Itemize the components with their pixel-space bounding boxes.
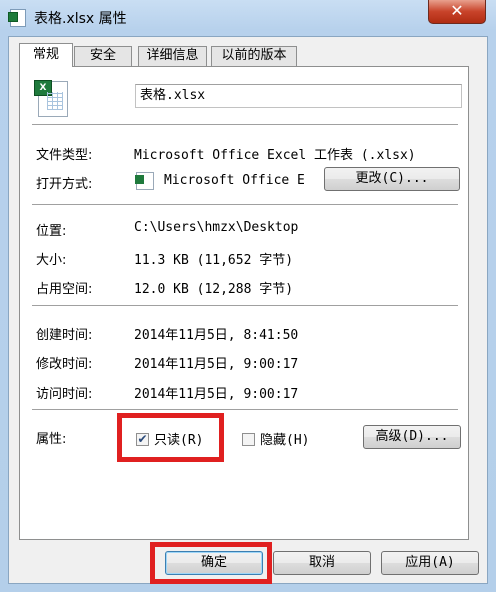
excel-file-icon <box>8 9 26 27</box>
tab-security[interactable]: 安全 <box>74 46 132 66</box>
ok-highlight-box <box>150 542 272 584</box>
hidden-checkbox[interactable] <box>242 433 255 446</box>
location-value: C:\Users\hmzx\Desktop <box>134 220 299 235</box>
file-type-value: Microsoft Office Excel 工作表 (.xlsx) <box>134 148 416 163</box>
excel-app-icon <box>135 172 154 190</box>
divider <box>32 204 458 205</box>
hidden-label: 隐藏(H) <box>260 433 310 448</box>
size-label: 大小: <box>36 253 67 268</box>
divider <box>32 124 458 125</box>
created-label: 创建时间: <box>36 328 93 343</box>
size-on-disk-value: 12.0 KB (12,288 字节) <box>134 282 294 297</box>
change-button[interactable]: 更改(C)... <box>324 167 460 191</box>
modified-label: 修改时间: <box>36 357 93 372</box>
filename-input[interactable]: 表格.xlsx <box>135 84 462 108</box>
properties-window: 表格.xlsx 属性 ✕ 常规 安全 详细信息 以前的版本 X 表格.xlsx … <box>0 0 496 592</box>
accessed-value: 2014年11月5日, 9:00:17 <box>134 387 299 402</box>
excel-file-icon: X <box>34 80 68 117</box>
file-type-label: 文件类型: <box>36 148 93 163</box>
general-panel: X 表格.xlsx 文件类型: Microsoft Office Excel 工… <box>19 66 469 540</box>
divider <box>32 409 458 410</box>
dialog-client-area: 常规 安全 详细信息 以前的版本 X 表格.xlsx 文件类型: Microso… <box>8 36 488 584</box>
size-value: 11.3 KB (11,652 字节) <box>134 253 294 268</box>
modified-value: 2014年11月5日, 9:00:17 <box>134 357 299 372</box>
tab-previous-versions[interactable]: 以前的版本 <box>211 46 297 66</box>
window-title: 表格.xlsx 属性 <box>34 11 127 27</box>
tab-details[interactable]: 详细信息 <box>138 46 207 66</box>
open-with-label: 打开方式: <box>36 177 93 192</box>
divider <box>32 305 458 306</box>
size-on-disk-label: 占用空间: <box>36 282 93 297</box>
location-label: 位置: <box>36 224 67 239</box>
accessed-label: 访问时间: <box>36 387 93 402</box>
apply-button[interactable]: 应用(A) <box>381 551 479 575</box>
tab-general[interactable]: 常规 <box>19 43 73 67</box>
title-bar[interactable]: 表格.xlsx 属性 ✕ <box>0 0 496 36</box>
advanced-button[interactable]: 高级(D)... <box>363 425 461 449</box>
created-value: 2014年11月5日, 8:41:50 <box>134 328 299 343</box>
close-button[interactable]: ✕ <box>428 0 486 24</box>
readonly-highlight-box <box>117 413 224 462</box>
open-with-value: Microsoft Office E <box>164 173 305 188</box>
attributes-label: 属性: <box>36 432 67 447</box>
cancel-button[interactable]: 取消 <box>273 551 371 575</box>
